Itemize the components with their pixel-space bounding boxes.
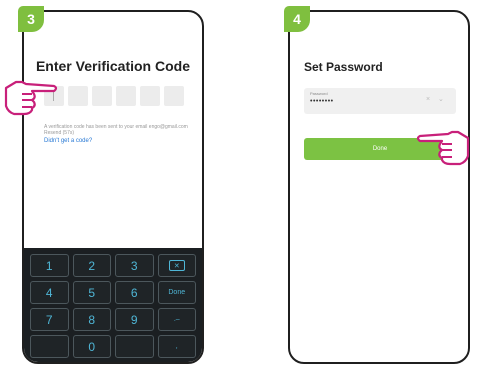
key-3[interactable]: 3	[115, 254, 154, 277]
page-title: Enter Verification Code	[35, 58, 191, 74]
pointing-hand-icon	[416, 130, 470, 166]
eye-icon[interactable]: ⌄	[438, 95, 444, 103]
phone-set-password: Set Password Password •••••••• × ⌄ Done	[288, 10, 470, 364]
code-digit-5[interactable]	[140, 86, 160, 106]
pointing-hand-icon	[4, 80, 58, 116]
step-badge-3: 3	[18, 6, 44, 32]
verification-info: A verification code has been sent to you…	[44, 124, 188, 136]
code-digit-2[interactable]	[68, 86, 88, 106]
password-field[interactable]: Password •••••••• × ⌄	[304, 88, 456, 114]
backspace-icon: ✕	[168, 260, 185, 271]
code-input-row[interactable]	[44, 86, 184, 106]
code-digit-4[interactable]	[116, 86, 136, 106]
key-7[interactable]: 7	[30, 308, 69, 331]
key-0[interactable]: 0	[72, 335, 111, 358]
key-4[interactable]: 4	[30, 281, 69, 304]
numeric-keypad: 1 2 3 ✕ 4 5 6 Done 7 8 9 .– 0 ,	[24, 248, 202, 362]
key-dot-dash[interactable]: .–	[157, 308, 196, 331]
key-comma[interactable]: ,	[157, 335, 196, 358]
key-5[interactable]: 5	[72, 281, 111, 304]
key-blank-left[interactable]	[30, 335, 69, 358]
step-badge-4: 4	[284, 6, 310, 32]
phone-verification: Enter Verification Code A verification c…	[22, 10, 204, 364]
password-value: ••••••••	[310, 98, 334, 105]
key-done[interactable]: Done	[157, 281, 196, 304]
code-digit-3[interactable]	[92, 86, 112, 106]
password-label: Password	[310, 91, 328, 96]
key-1[interactable]: 1	[30, 254, 69, 277]
clear-icon[interactable]: ×	[426, 96, 430, 103]
page-title: Set Password	[304, 60, 383, 74]
key-6[interactable]: 6	[115, 281, 154, 304]
key-blank-right[interactable]	[115, 335, 154, 358]
key-8[interactable]: 8	[72, 308, 111, 331]
key-2[interactable]: 2	[72, 254, 111, 277]
code-digit-6[interactable]	[164, 86, 184, 106]
backspace-key[interactable]: ✕	[157, 254, 196, 277]
resend-code-link[interactable]: Didn't get a code?	[44, 138, 92, 144]
key-9[interactable]: 9	[115, 308, 154, 331]
